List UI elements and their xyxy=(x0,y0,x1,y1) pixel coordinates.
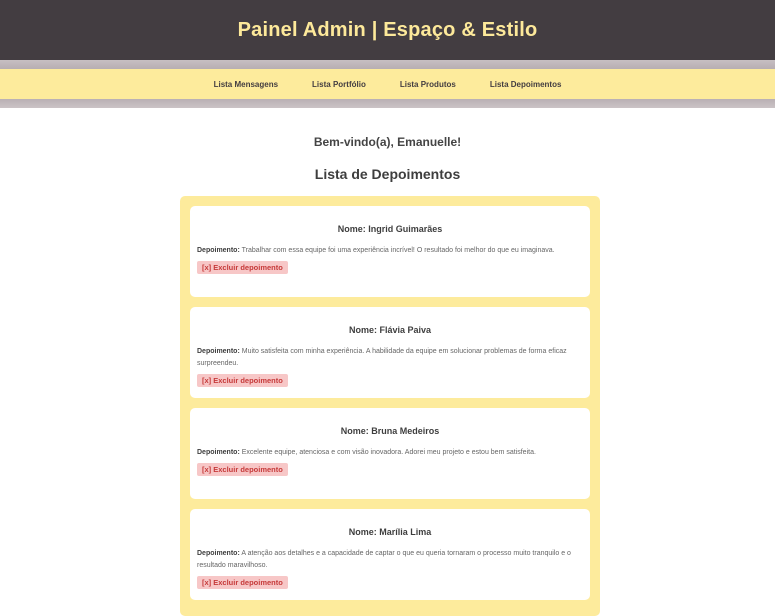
welcome-message: Bem-vindo(a), Emanuelle! xyxy=(313,135,462,149)
delete-testimonial-button[interactable]: [x] Excluir depoimento xyxy=(197,463,288,476)
nav-link-depoimentos[interactable]: Lista Depoimentos xyxy=(490,80,562,89)
testimonial-text-body: Trabalhar com essa equipe foi uma experi… xyxy=(241,247,555,254)
header-divider xyxy=(0,60,775,69)
testimonial-text-body: Muito satisfeita com minha experiência. … xyxy=(197,348,567,367)
nav-link-portfolio[interactable]: Lista Portfólio xyxy=(312,80,366,89)
testimonial-name: Nome: Flávia Paiva xyxy=(348,325,432,335)
testimonials-list: Nome: Ingrid Guimarães Depoimento: Traba… xyxy=(180,196,600,616)
top-header: Painel Admin | Espaço & Estilo xyxy=(0,0,775,60)
delete-testimonial-button[interactable]: [x] Excluir depoimento xyxy=(197,374,288,387)
testimonial-card: Nome: Bruna Medeiros Depoimento: Excelen… xyxy=(190,408,590,499)
testimonial-text-label: Depoimento: xyxy=(197,247,240,254)
testimonial-text: Depoimento: Trabalhar com essa equipe fo… xyxy=(197,245,583,257)
testimonial-name: Nome: Bruna Medeiros xyxy=(340,426,440,436)
testimonial-text-body: A atenção aos detalhes e a capacidade de… xyxy=(197,550,571,569)
delete-testimonial-button[interactable]: [x] Excluir depoimento xyxy=(197,261,288,274)
testimonial-card: Nome: Ingrid Guimarães Depoimento: Traba… xyxy=(190,206,590,297)
testimonial-card: Nome: Marília Lima Depoimento: A atenção… xyxy=(190,509,590,600)
testimonial-text: Depoimento: Excelente equipe, atenciosa … xyxy=(197,447,583,459)
testimonial-text-label: Depoimento: xyxy=(197,550,240,557)
page-title: Painel Admin | Espaço & Estilo xyxy=(237,18,538,41)
testimonial-text: Depoimento: A atenção aos detalhes e a c… xyxy=(197,548,583,572)
testimonial-card: Nome: Flávia Paiva Depoimento: Muito sat… xyxy=(190,307,590,398)
testimonial-name: Nome: Ingrid Guimarães xyxy=(337,224,443,234)
delete-testimonial-button[interactable]: [x] Excluir depoimento xyxy=(197,576,288,589)
testimonial-text: Depoimento: Muito satisfeita com minha e… xyxy=(197,346,583,370)
nav-divider xyxy=(0,99,775,108)
testimonial-text-label: Depoimento: xyxy=(197,348,240,355)
testimonial-name: Nome: Marília Lima xyxy=(348,527,432,537)
main-nav: Lista Mensagens Lista Portfólio Lista Pr… xyxy=(0,69,775,99)
testimonial-text-body: Excelente equipe, atenciosa e com visão … xyxy=(241,449,536,456)
nav-link-mensagens[interactable]: Lista Mensagens xyxy=(214,80,278,89)
list-title: Lista de Depoimentos xyxy=(314,166,461,182)
testimonial-text-label: Depoimento: xyxy=(197,449,240,456)
nav-link-produtos[interactable]: Lista Produtos xyxy=(400,80,456,89)
